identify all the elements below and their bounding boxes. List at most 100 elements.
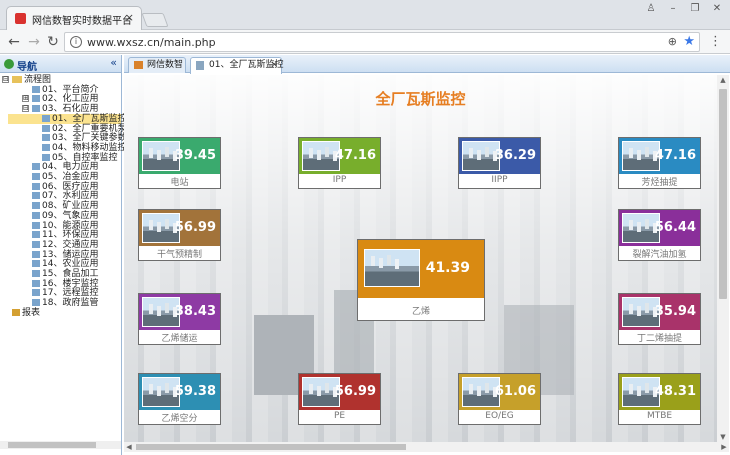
bookmark-star-icon[interactable]: ★ bbox=[683, 34, 695, 49]
unit-tile[interactable]: 61.06 EO/EG bbox=[458, 373, 541, 425]
expand-node-icon[interactable]: ⊞ bbox=[22, 95, 29, 103]
nav-horizontal-scrollbar[interactable] bbox=[0, 441, 121, 449]
chart-icon bbox=[32, 192, 40, 200]
chart-icon bbox=[32, 250, 40, 258]
tree-item-label: 报表 bbox=[22, 307, 41, 318]
horizontal-scroll-thumb[interactable] bbox=[136, 444, 406, 450]
content-tab-label: 网信数智 bbox=[147, 60, 184, 70]
close-window-icon[interactable]: ✕ bbox=[708, 2, 726, 16]
tree-item-label: 18、政府监管 bbox=[42, 298, 99, 309]
unit-tile[interactable]: 59.38 乙烯空分 bbox=[138, 373, 221, 425]
tree-item-label: 12、交通应用 bbox=[42, 239, 99, 250]
tree-item[interactable]: 11、环保应用 bbox=[32, 230, 98, 240]
site-info-icon[interactable]: i bbox=[70, 36, 82, 48]
tree-item-label: 09、气象应用 bbox=[42, 210, 99, 221]
new-tab-button[interactable] bbox=[141, 13, 169, 27]
tree-item[interactable]: ⊟ 03、石化应用 bbox=[22, 104, 99, 115]
tree-item-label: 04、电力应用 bbox=[42, 162, 99, 173]
chart-icon bbox=[32, 105, 40, 113]
tree-item[interactable]: 04、物料移动监控 bbox=[42, 143, 126, 153]
tree-item-label: 流程图 bbox=[24, 75, 52, 85]
scroll-right-icon[interactable]: ▶ bbox=[719, 442, 729, 452]
unit-tile[interactable]: 35.94 丁二烯抽提 bbox=[618, 293, 701, 345]
tree-item[interactable]: 报表 bbox=[12, 308, 40, 318]
vertical-scroll-thumb[interactable] bbox=[719, 89, 727, 299]
unit-gas-value: 47.16 bbox=[334, 148, 376, 163]
tree-item[interactable]: 08、矿业应用 bbox=[32, 201, 98, 211]
back-arrow-icon[interactable]: ← bbox=[6, 34, 22, 50]
tree-item[interactable]: 14、农业应用 bbox=[32, 259, 98, 269]
tree-item[interactable]: 05、冶金应用 bbox=[32, 172, 98, 182]
unit-name: 裂解汽油加氢 bbox=[632, 250, 687, 260]
unit-tile-header: 36.29 bbox=[459, 138, 540, 174]
tree-item[interactable]: ⊞ 02、化工应用 bbox=[22, 94, 99, 105]
unit-tile[interactable]: 56.44 裂解汽油加氢 bbox=[618, 209, 701, 261]
tree-item[interactable]: 04、电力应用 bbox=[32, 162, 98, 172]
tree-item[interactable]: 07、水利应用 bbox=[32, 191, 98, 201]
zoom-icon[interactable]: ⊕ bbox=[668, 35, 677, 48]
url-text[interactable]: www.wxsz.cn/main.php bbox=[87, 36, 216, 49]
content-tab[interactable]: 网信数智 bbox=[128, 57, 186, 73]
unit-tile[interactable]: 41.39 乙烯 bbox=[357, 239, 485, 321]
unit-tile[interactable]: 39.45 电站 bbox=[138, 137, 221, 189]
close-tab-icon[interactable]: × bbox=[125, 11, 134, 24]
nav-scroll-thumb[interactable] bbox=[8, 442, 96, 448]
minimize-icon[interactable]: – bbox=[664, 2, 682, 16]
unit-gas-value: 47.16 bbox=[654, 148, 696, 163]
unit-tile[interactable]: 38.43 乙烯储运 bbox=[138, 293, 221, 345]
unit-tile-header: 48.31 bbox=[619, 374, 700, 410]
content-tab[interactable]: 01、全厂瓦斯监控 × bbox=[190, 57, 283, 74]
tree-item[interactable]: 12、交通应用 bbox=[32, 240, 98, 250]
unit-tile[interactable]: 56.99 干气预精制 bbox=[138, 209, 221, 261]
scroll-left-icon[interactable]: ◀ bbox=[124, 442, 134, 452]
folder-icon bbox=[12, 76, 22, 83]
chart-icon bbox=[32, 231, 40, 239]
unit-tile-header: 38.43 bbox=[139, 294, 220, 330]
chart-icon bbox=[42, 134, 50, 142]
url-omnibox[interactable]: i www.wxsz.cn/main.php ⊕ ★ bbox=[64, 32, 700, 52]
unit-tile[interactable]: 47.16 IPP bbox=[298, 137, 381, 189]
tree-item-label: 03、石化应用 bbox=[42, 104, 99, 115]
unit-tile[interactable]: 56.99 PE bbox=[298, 373, 381, 425]
navigation-panel: 导航 « ⊟ 流程图 01、平台简介 ⊞ 02、化工应用 ⊟ 03、石化应用 01、全厂瓦斯监… bbox=[0, 55, 144, 455]
tree-item[interactable]: ⊟ 流程图 bbox=[2, 75, 52, 85]
tree-item-label: 02、化工应用 bbox=[42, 94, 99, 105]
scroll-up-icon[interactable]: ▲ bbox=[717, 75, 729, 85]
address-bar: ← → ↻ i www.wxsz.cn/main.php ⊕ ★ ⋮ bbox=[0, 30, 730, 54]
unit-tile[interactable]: 36.29 IIPP bbox=[458, 137, 541, 189]
chart-icon bbox=[32, 173, 40, 180]
unit-tile-header: 47.16 bbox=[299, 138, 380, 174]
unit-name: 乙烯储运 bbox=[161, 334, 198, 344]
tree-item[interactable]: 10、能源应用 bbox=[32, 221, 98, 231]
unit-name: IIPP bbox=[491, 175, 508, 185]
browser-tab-title: 网信数智实时数据平台 bbox=[32, 16, 132, 27]
chart-icon bbox=[42, 114, 50, 122]
unit-tile-header: 47.16 bbox=[619, 138, 700, 174]
collapse-panel-icon[interactable]: « bbox=[110, 56, 117, 69]
navigation-globe-icon bbox=[4, 59, 14, 69]
chart-icon bbox=[32, 202, 40, 210]
tree-item[interactable]: 01、全厂瓦斯监控 bbox=[8, 113, 126, 124]
content-horizontal-scrollbar[interactable]: ◀ ▶ bbox=[124, 442, 729, 452]
tree-item-label: 14、农业应用 bbox=[42, 259, 99, 270]
profile-icon[interactable]: ♙ bbox=[642, 2, 660, 16]
browser-menu-icon[interactable]: ⋮ bbox=[709, 34, 722, 49]
content-vertical-scrollbar[interactable]: ▲ ▼ bbox=[717, 75, 729, 442]
collapse-node-icon[interactable]: ⊟ bbox=[22, 105, 29, 113]
chart-icon bbox=[32, 163, 40, 171]
unit-gas-value: 38.43 bbox=[174, 304, 216, 319]
collapse-node-icon[interactable]: ⊟ bbox=[2, 76, 9, 83]
unit-tile[interactable]: 48.31 MTBE bbox=[618, 373, 701, 425]
tree-item[interactable]: 09、气象应用 bbox=[32, 211, 98, 221]
forward-arrow-icon[interactable]: → bbox=[26, 34, 42, 50]
browser-tab[interactable]: 网信数智实时数据平台 × bbox=[6, 6, 142, 30]
unit-tile[interactable]: 47.16 芳烃抽提 bbox=[618, 137, 701, 189]
scroll-down-icon[interactable]: ▼ bbox=[717, 432, 729, 442]
maximize-icon[interactable]: ❐ bbox=[686, 2, 704, 16]
unit-gas-value: 56.99 bbox=[174, 220, 216, 235]
reload-icon[interactable]: ↻ bbox=[45, 34, 61, 50]
tree-item[interactable]: 18、政府监管 bbox=[32, 298, 98, 308]
tree-item[interactable]: 17、远程监控 bbox=[32, 288, 98, 298]
close-tab-icon[interactable]: × bbox=[270, 58, 278, 72]
tree-item[interactable]: 15、食品加工 bbox=[32, 269, 98, 279]
